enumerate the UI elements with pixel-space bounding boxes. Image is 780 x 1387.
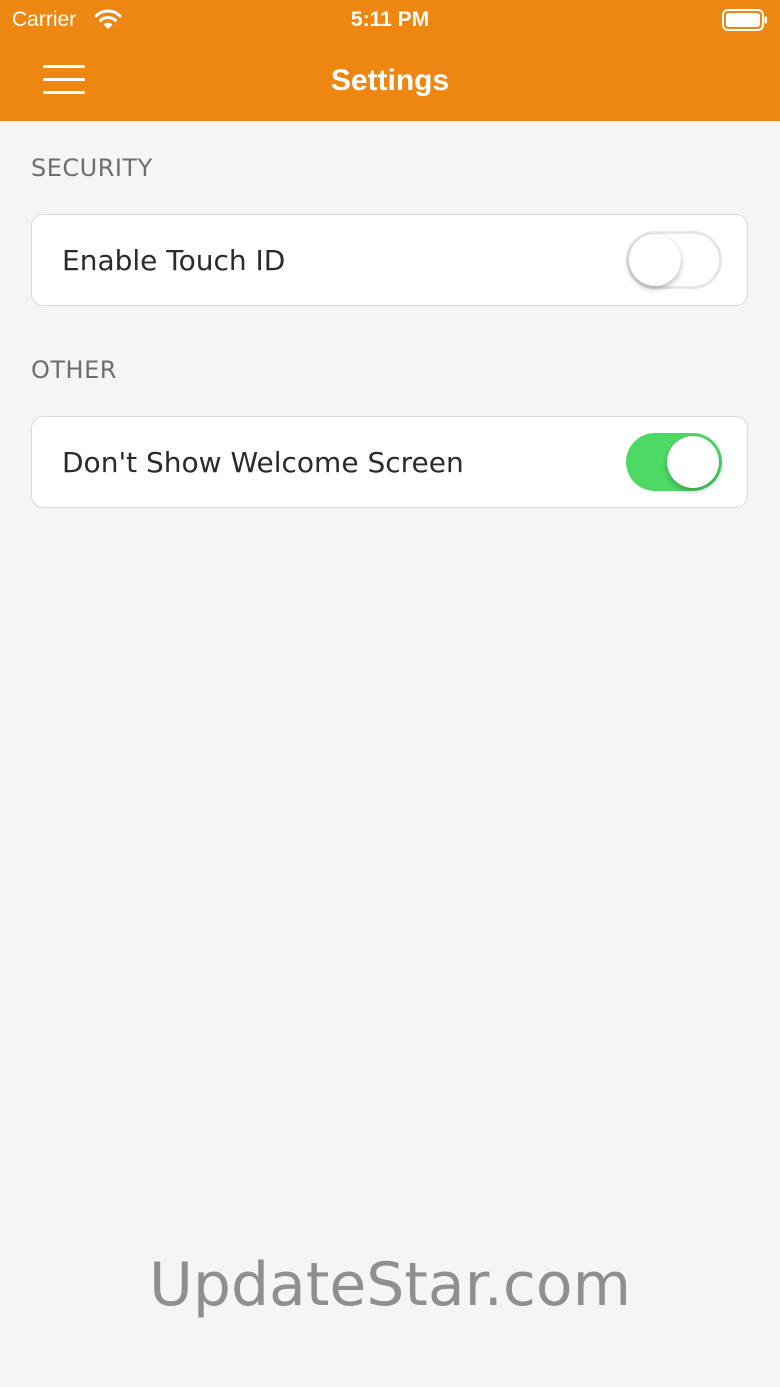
settings-row-label: Enable Touch ID	[62, 244, 286, 277]
section-header-security: SECURITY	[31, 154, 153, 182]
toggle-knob	[667, 436, 719, 488]
settings-row-dont-show-welcome: Don't Show Welcome Screen	[31, 416, 748, 508]
app-header: Carrier 5:11 PM Settings	[0, 0, 780, 121]
watermark: UpdateStar.com	[148, 1250, 632, 1320]
toggle-knob	[629, 234, 681, 286]
status-time: 5:11 PM	[350, 8, 430, 31]
section-header-other: OTHER	[31, 356, 117, 384]
page-title: Settings	[330, 64, 450, 97]
touch-id-toggle[interactable]	[626, 231, 722, 289]
settings-row-label: Don't Show Welcome Screen	[62, 446, 464, 479]
navigation-bar: Settings	[0, 40, 780, 121]
battery-icon	[722, 9, 767, 31]
settings-row-enable-touch-id: Enable Touch ID	[31, 214, 748, 306]
status-bar: Carrier 5:11 PM	[0, 0, 780, 40]
welcome-screen-toggle[interactable]	[626, 433, 722, 491]
